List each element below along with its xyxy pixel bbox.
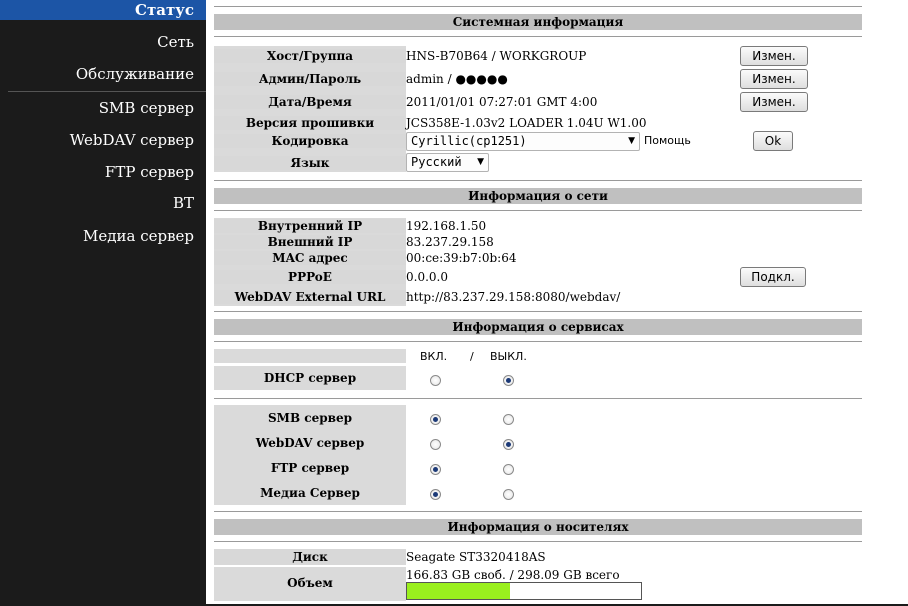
sidebar-item-maintenance[interactable]: Обслуживание bbox=[76, 65, 194, 83]
slash-separator: / bbox=[470, 350, 474, 363]
date-value: 2011/01/01 07:27:01 GMT 4:00 bbox=[406, 95, 598, 109]
on-column-header: ВКЛ. bbox=[420, 350, 448, 363]
disk-label: Диск bbox=[214, 549, 406, 565]
sidebar-item-status[interactable]: Статус bbox=[0, 0, 206, 20]
sidebar-item-ftp-server[interactable]: FTP сервер bbox=[105, 163, 194, 181]
divider bbox=[214, 541, 862, 542]
divider bbox=[214, 210, 862, 211]
dhcp-on-radio[interactable] bbox=[430, 375, 441, 386]
dhcp-off-radio[interactable] bbox=[503, 375, 514, 386]
pppoe-value: 0.0.0.0 bbox=[406, 270, 448, 284]
network-info-header: Информация о сети bbox=[214, 188, 862, 204]
date-label: Дата/Время bbox=[214, 95, 406, 109]
mac-value: 00:ce:39:b7:0b:64 bbox=[406, 251, 517, 265]
services-label-spacer bbox=[214, 349, 406, 363]
language-select[interactable]: Русский ▼ bbox=[406, 153, 489, 172]
sidebar-item-smb-server[interactable]: SMB сервер bbox=[99, 99, 194, 117]
external-ip-label: Внешний IP bbox=[214, 235, 406, 249]
divider bbox=[214, 398, 862, 399]
host-value: HNS-B70B64 / WORKGROUP bbox=[406, 49, 587, 63]
media-off-radio[interactable] bbox=[503, 489, 514, 500]
webdav-service-label: WebDAV сервер bbox=[255, 436, 365, 450]
storage-info-header: Информация о носителях bbox=[214, 519, 862, 535]
sidebar-item-network[interactable]: Сеть bbox=[157, 33, 194, 51]
sidebar: Статус Сеть Обслуживание SMB сервер WebD… bbox=[0, 0, 206, 606]
pppoe-label: PPPoE bbox=[214, 270, 406, 284]
language-selected-value: Русский bbox=[411, 155, 462, 169]
language-label: Язык bbox=[214, 156, 406, 170]
services-info-header: Информация о сервисах bbox=[214, 319, 862, 335]
smb-on-radio[interactable] bbox=[430, 414, 441, 425]
ftp-off-radio[interactable] bbox=[503, 464, 514, 475]
encoding-select[interactable]: Cyrillic(cp1251) ▼ bbox=[406, 132, 640, 151]
divider bbox=[214, 6, 862, 7]
system-info-header: Системная информация bbox=[214, 14, 862, 30]
off-column-header: ВЫКЛ. bbox=[490, 350, 527, 363]
firmware-value: JCS358E-1.03v2 LOADER 1.04U W1.00 bbox=[406, 116, 647, 130]
divider bbox=[214, 341, 862, 342]
smb-label: SMB сервер bbox=[268, 411, 352, 425]
sidebar-item-media-server[interactable]: Медиа сервер bbox=[83, 227, 194, 245]
change-password-button[interactable]: Измен. bbox=[740, 69, 808, 89]
sidebar-divider bbox=[8, 91, 206, 92]
internal-ip-label: Внутренний IP bbox=[214, 219, 406, 233]
main-content: Системная информация Хост/Группа HNS-B70… bbox=[206, 0, 908, 606]
divider bbox=[214, 180, 862, 181]
admin-label: Админ/Пароль bbox=[214, 72, 406, 86]
volume-value: 166.83 GB своб. / 298.09 GB всего bbox=[406, 568, 620, 582]
mac-label: MAC адрес bbox=[214, 251, 406, 265]
storage-usage-bar bbox=[406, 582, 642, 600]
divider bbox=[214, 311, 862, 312]
dhcp-label: DHCP сервер bbox=[263, 371, 357, 385]
volume-label: Объем bbox=[287, 576, 333, 590]
help-link[interactable]: Помощь bbox=[644, 134, 691, 147]
admin-value: admin / ●●●●● bbox=[406, 72, 508, 86]
sidebar-item-webdav-server[interactable]: WebDAV сервер bbox=[70, 131, 194, 149]
media-label: Медиа Сервер bbox=[260, 486, 360, 500]
media-on-radio[interactable] bbox=[430, 489, 441, 500]
external-ip-value: 83.237.29.158 bbox=[406, 235, 494, 249]
encoding-selected-value: Cyrillic(cp1251) bbox=[411, 134, 527, 148]
divider bbox=[214, 36, 862, 37]
connect-button[interactable]: Подкл. bbox=[740, 267, 806, 287]
firmware-label: Версия прошивки bbox=[214, 116, 406, 130]
internal-ip-value: 192.168.1.50 bbox=[406, 219, 487, 233]
encoding-label: Кодировка bbox=[214, 134, 406, 148]
webdav-url-label: WebDAV External URL bbox=[214, 290, 406, 304]
ok-button[interactable]: Ok bbox=[753, 131, 793, 151]
host-label: Хост/Группа bbox=[214, 49, 406, 63]
system-label-column bbox=[214, 46, 406, 172]
divider bbox=[214, 511, 862, 512]
ftp-on-radio[interactable] bbox=[430, 464, 441, 475]
webdav-url-value: http://83.237.29.158:8080/webdav/ bbox=[406, 290, 621, 304]
chevron-down-icon: ▼ bbox=[477, 157, 484, 167]
chevron-down-icon: ▼ bbox=[628, 136, 635, 146]
change-host-button[interactable]: Измен. bbox=[740, 46, 808, 66]
change-date-button[interactable]: Измен. bbox=[740, 92, 808, 112]
sidebar-item-bt[interactable]: BT bbox=[173, 194, 194, 212]
ftp-label: FTP сервер bbox=[270, 461, 350, 475]
webdav-off-radio[interactable] bbox=[503, 439, 514, 450]
smb-off-radio[interactable] bbox=[503, 414, 514, 425]
disk-value: Seagate ST3320418AS bbox=[406, 550, 546, 564]
webdav-on-radio[interactable] bbox=[430, 439, 441, 450]
storage-usage-fill bbox=[407, 583, 510, 599]
